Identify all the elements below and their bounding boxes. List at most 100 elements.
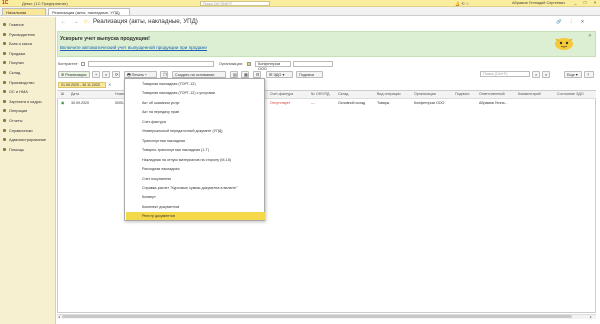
- sidebar-item[interactable]: Банк и касса: [0, 39, 56, 48]
- refresh-icon[interactable]: ⟳: [112, 71, 120, 78]
- favorite-star-icon[interactable]: ☆: [83, 18, 88, 25]
- organization-label: Организация:: [219, 62, 243, 66]
- sidebar-item-icon: [3, 42, 6, 46]
- sidebar: Главное Руководителю Банк и касса Продажи По…: [0, 17, 56, 324]
- sidebar-item[interactable]: Отчеты: [0, 116, 56, 125]
- counterparty-field[interactable]: [88, 61, 214, 67]
- print-menu: Товарная накладная (ТОРГ-12) Товарная нак…: [124, 78, 265, 221]
- sidebar-item[interactable]: Справочники: [0, 126, 56, 135]
- row-date: 30.09.2020: [71, 101, 89, 105]
- scrollbar-thumb[interactable]: [62, 315, 572, 318]
- print-button[interactable]: 🖶 Печать ▾: [124, 71, 157, 78]
- app-title: Демо: (1С:Предприятие): [22, 1, 68, 6]
- print-menu-item[interactable]: Реестр документов: [126, 212, 265, 221]
- organization-field[interactable]: Конфетпром ООО: [255, 61, 291, 71]
- sidebar-item[interactable]: Продажи: [0, 49, 56, 58]
- row-invoice[interactable]: Отсутствует: [270, 101, 290, 105]
- bell-icon[interactable]: 🔔: [455, 1, 460, 6]
- col-signatures[interactable]: Подписи: [455, 92, 469, 96]
- signatures-button[interactable]: Подписи: [296, 71, 323, 78]
- help-icon[interactable]: ?: [584, 71, 594, 78]
- col-edo-status[interactable]: Состояние ЭДО: [557, 92, 584, 96]
- scroll-right-icon[interactable]: ▸: [590, 314, 592, 319]
- col-operation[interactable]: Вид операции: [377, 92, 401, 96]
- search-icon[interactable]: ⌕: [102, 71, 110, 78]
- col-date[interactable]: Дата: [71, 92, 79, 96]
- global-search-input[interactable]: Поиск Ctrl+Shift+F: [200, 1, 270, 6]
- print-menu-item[interactable]: Накладная на отпуск материалов на сторон…: [126, 156, 265, 164]
- create-based-on-button[interactable]: Создать на основании: [172, 71, 226, 78]
- sidebar-item-icon: [3, 61, 6, 65]
- titlebar-icons[interactable]: 🔔 ⟲ ☆: [455, 1, 469, 6]
- banner-link[interactable]: Включите автоматический учет выпущенной …: [60, 45, 207, 50]
- add-icon[interactable]: +: [92, 71, 100, 78]
- organization-checkbox[interactable]: [247, 62, 251, 66]
- sidebar-item-icon: [3, 138, 6, 142]
- banner-title: Ускорьте учет выпуска продукции!: [60, 36, 150, 42]
- sidebar-item[interactable]: Склад: [0, 68, 56, 77]
- sidebar-item[interactable]: Администрирование: [0, 135, 56, 144]
- print-menu-item[interactable]: Счет покупателю: [126, 175, 265, 183]
- star-icon[interactable]: ☆: [466, 1, 470, 6]
- tab-sales-documents[interactable]: Реализация (акты, накладные, УПД): [48, 8, 130, 15]
- sidebar-item[interactable]: Руководителю: [0, 30, 56, 39]
- organization-select[interactable]: [293, 61, 333, 67]
- print-menu-item[interactable]: Акт на передачу прав: [126, 108, 265, 116]
- period-badge[interactable]: 01.09.2020 - 30.11.2020: [58, 82, 106, 88]
- print-menu-item[interactable]: Универсальный передаточный документ (УПД…: [126, 127, 265, 135]
- sidebar-item-icon: [3, 90, 6, 94]
- sidebar-item[interactable]: Операции: [0, 106, 56, 115]
- print-menu-item[interactable]: Расходная накладная: [126, 165, 265, 173]
- col-invoice[interactable]: Счет-фактура: [270, 92, 293, 96]
- header-actions[interactable]: 🔗 ⋮ ✕: [556, 19, 587, 25]
- print-menu-item[interactable]: Товарная накладная (ТОРГ-12): [126, 80, 265, 88]
- list-search-input[interactable]: Поиск (Ctrl+F): [480, 71, 530, 77]
- document-icon[interactable]: ▤: [230, 71, 238, 78]
- col-warehouse[interactable]: Склад: [338, 92, 348, 96]
- sidebar-item[interactable]: Зарплата и кадры: [0, 97, 56, 106]
- col-comment[interactable]: Комментарий: [518, 92, 541, 96]
- print-menu-item[interactable]: Транспортная накладная: [126, 137, 265, 145]
- window-controls[interactable]: _ □ ×: [574, 0, 599, 5]
- sidebar-item[interactable]: Главное: [0, 20, 56, 29]
- report-icon[interactable]: ▦: [241, 71, 249, 78]
- back-forward-buttons[interactable]: ← →: [61, 19, 81, 25]
- banner-close-icon[interactable]: ✕: [588, 33, 592, 39]
- print-menu-item[interactable]: Счет-фактура: [126, 118, 265, 126]
- sidebar-item[interactable]: ОС и НМА: [0, 87, 56, 96]
- more-button[interactable]: Еще ▾: [564, 71, 582, 78]
- counterparty-checkbox[interactable]: [81, 62, 85, 66]
- user-name[interactable]: Абрамов Геннадий Сергеевич: [512, 1, 565, 5]
- col-responsible[interactable]: Ответственный: [479, 92, 505, 96]
- print-menu-item[interactable]: Справка-расчет "Курсовые суммы документа…: [126, 184, 265, 192]
- period-close-icon[interactable]: ✕: [108, 82, 111, 87]
- sidebar-item[interactable]: Производство: [0, 78, 56, 87]
- print-menu-item[interactable]: Конверт: [126, 193, 265, 201]
- sidebar-item-icon: [3, 32, 6, 36]
- history-icon[interactable]: ⟲: [461, 1, 464, 6]
- filter-icon[interactable]: ⊟: [253, 71, 261, 78]
- col-status-icon: ⊠: [61, 92, 65, 96]
- sidebar-item-label: Продажи: [9, 50, 26, 56]
- scroll-left-icon[interactable]: ◂: [58, 314, 60, 319]
- print-menu-item[interactable]: Акт об оказании услуг: [126, 99, 265, 107]
- sidebar-item-label: Банк и касса: [9, 41, 32, 47]
- sidebar-item-label: Руководителю: [9, 31, 35, 37]
- copy-icon[interactable]: ❐: [160, 71, 168, 78]
- search-go-icon[interactable]: ⌕: [542, 71, 550, 78]
- sidebar-item[interactable]: Покупки: [0, 58, 56, 67]
- sidebar-item-label: Зарплата и кадры: [9, 98, 42, 104]
- sidebar-item-icon: [3, 80, 6, 84]
- print-menu-item[interactable]: Товарная накладная (ТОРГ-12) с услугами: [126, 89, 265, 97]
- print-menu-item[interactable]: Товарно-транспортная накладная (1-Т): [126, 146, 265, 154]
- print-menu-item[interactable]: Комплект документов: [126, 203, 265, 211]
- edo-button[interactable]: ✉ ЭДО ▾: [266, 71, 293, 78]
- tab-home[interactable]: Начальная страница: [2, 8, 46, 22]
- search-clear-icon[interactable]: ×: [532, 71, 540, 78]
- col-upd[interactable]: № СФ/УПД: [311, 92, 329, 96]
- row-operation: Товары: [377, 101, 390, 105]
- col-organization[interactable]: Организация: [414, 92, 436, 96]
- sidebar-item-label: Помощь: [9, 146, 25, 152]
- sidebar-item[interactable]: Помощь: [0, 145, 56, 154]
- create-button[interactable]: ⊕ Реализация: [58, 71, 90, 78]
